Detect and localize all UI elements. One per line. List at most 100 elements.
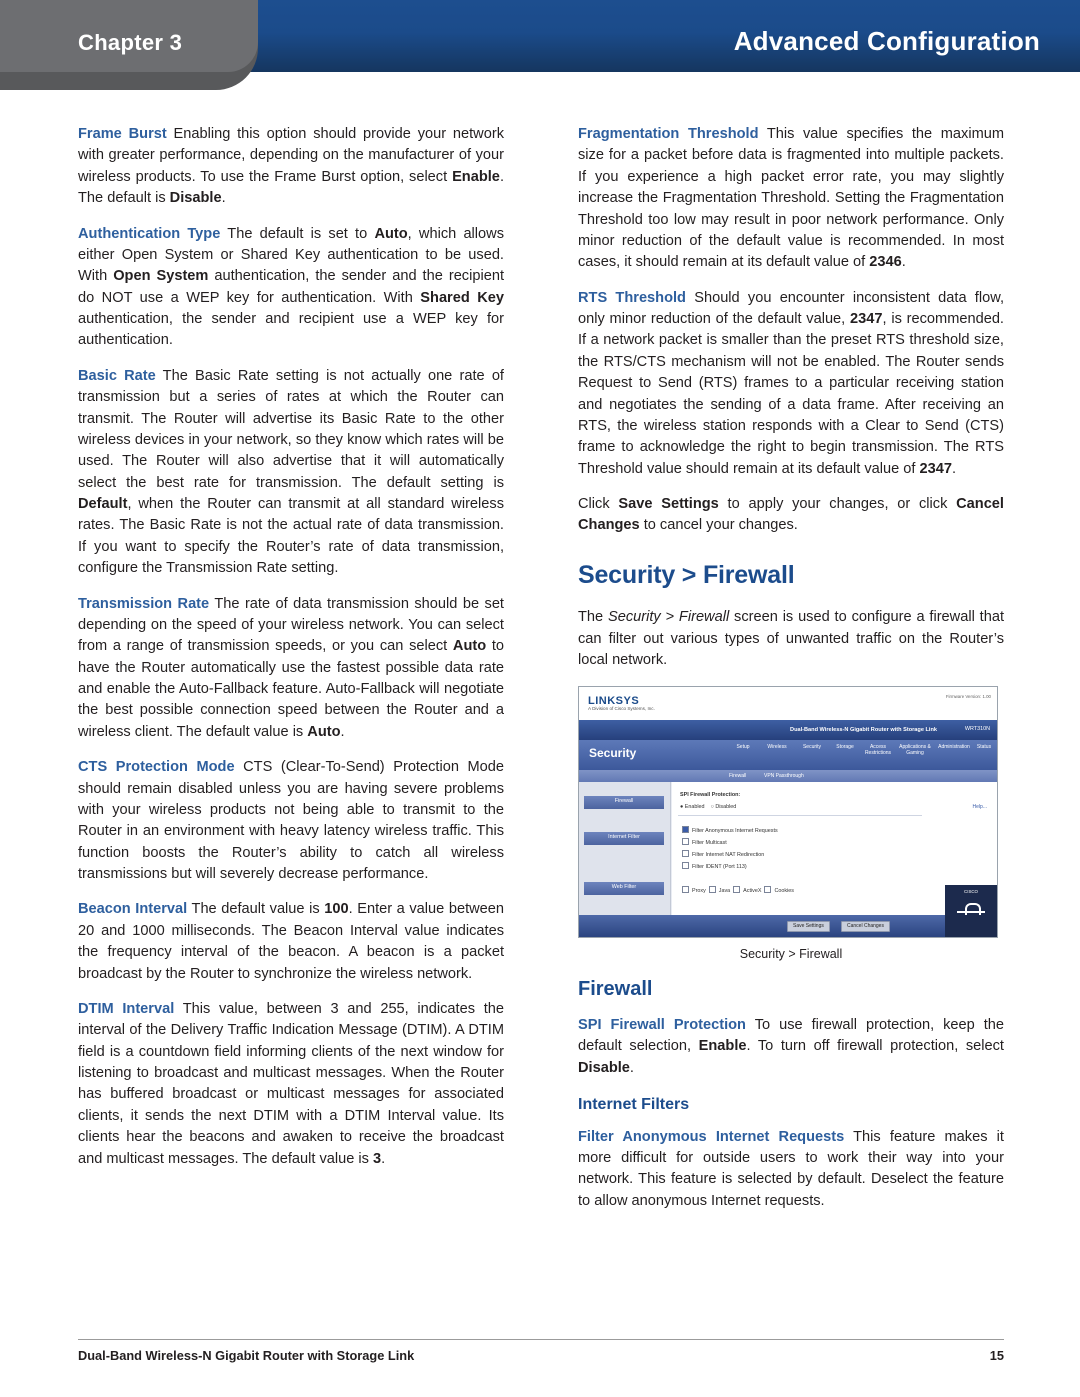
page-footer: Dual-Band Wireless-N Gigabit Router with… [78,1339,1004,1363]
screenshot-brandbar: LINKSYS A Division of Cisco Systems, Inc… [579,686,997,720]
section-title-security-firewall: Security > Firewall [578,560,795,589]
radio-enabled-label: Enabled [684,803,705,810]
paragraph-transmission-rate: Transmission Rate The rate of data trans… [78,594,504,744]
nav-item-applications-gaming[interactable]: Applications & Gaming [896,744,934,757]
help-link[interactable]: Help... [973,804,987,811]
body-section-intro: The Security > Firewall screen is used t… [578,609,1005,669]
term-transmission-rate: Transmission Rate [78,595,210,612]
sidebar-item-web-filter[interactable]: Web Filter [584,881,664,895]
subsection-title-internet-filters: Internet Filters [578,1096,690,1114]
paragraph-dtim-interval: DTIM Interval This value, between 3 and … [78,999,504,1170]
checkbox-filter-anonymous-internet-requests[interactable]: Filter Anonymous Internet Requests [682,825,778,836]
save-settings-button[interactable]: Save Settings [787,920,830,932]
right-column: Fragmentation Threshold This value speci… [578,124,1004,1212]
paragraph-cts-protection-mode: CTS Protection Mode CTS (Clear-To-Send) … [78,757,504,885]
checkbox-filter-internet-nat-redirection[interactable]: Filter Internet NAT Redirection [682,849,765,860]
web-filter-cookies-label: Cookies [774,887,794,894]
paragraph-basic-rate: Basic Rate The Basic Rate setting is not… [78,366,504,580]
panel-divider [678,814,922,816]
sidebar-item-internet-filter[interactable]: Internet Filter [584,831,664,845]
screenshot-section-name: Security [589,745,637,760]
checkbox-icon [764,885,772,893]
checkbox-label: Filter Multicast [692,839,727,846]
linksys-logo-sub: A Division of Cisco Systems, Inc. [588,705,655,711]
nav-item-wireless[interactable]: Wireless [760,744,794,750]
screenshot-subnav-bar: Firewall VPN Passthrough [579,769,997,782]
body-basic-rate: The Basic Rate setting is not actually o… [78,367,504,577]
term-cts-protection-mode: CTS Protection Mode [78,759,235,776]
checkbox-filter-multicast[interactable]: Filter Multicast [682,837,727,848]
cisco-logo-block: CISCO [945,884,997,937]
cancel-changes-button[interactable]: Cancel Changes [841,920,890,932]
nav-item-setup[interactable]: Setup [727,744,759,750]
checkbox-label: Filter Anonymous Internet Requests [692,827,778,834]
figure-security-firewall: LINKSYS A Division of Cisco Systems, Inc… [578,685,1004,963]
screenshot-product-bar: Dual-Band Wireless-N Gigabit Router with… [579,719,997,740]
web-filter-java-label: Java [718,887,731,894]
nav-item-administration[interactable]: Administration [935,744,973,750]
term-basic-rate: Basic Rate [78,367,156,384]
checkbox-icon [682,885,689,893]
web-filter-proxy-label: Proxy [692,887,706,894]
radio-enabled[interactable]: ● Enabled [680,804,705,810]
body-authentication-type: The default is set to Auto, which allows… [78,225,504,349]
checkbox-label: Filter Internet NAT Redirection [692,851,765,858]
checkbox-icon [682,849,689,857]
term-filter-anonymous-internet-requests: Filter Anonymous Internet Requests [578,1128,845,1145]
paragraph-fragmentation-threshold: Fragmentation Threshold This value speci… [578,124,1004,274]
product-model: WRT310N [964,725,990,732]
checkbox-icon [682,825,689,833]
page-header: Chapter 3 Advanced Configuration [0,0,1080,90]
paragraph-filter-anonymous-internet-requests: Filter Anonymous Internet Requests This … [578,1127,1004,1213]
term-beacon-interval: Beacon Interval [78,901,188,918]
cisco-brand-label: CISCO [964,888,978,894]
body-cts-protection-mode: CTS (Clear-To-Send) Protection Mode shou… [78,759,504,882]
subsection-title-firewall: Firewall [578,977,653,1000]
term-dtim-interval: DTIM Interval [78,1000,175,1017]
web-filter-row[interactable]: Proxy Java ActiveX Cookies [682,885,794,896]
body-save-settings-note: Click Save Settings to apply your change… [578,496,1004,534]
cisco-bridge-icon [957,902,985,919]
spi-firewall-radio-group[interactable]: ● Enabled ○ Disabled [680,804,736,812]
paragraph-frame-burst: Frame Burst Enabling this option should … [78,124,504,210]
paragraph-section-intro: The Security > Firewall screen is used t… [578,607,1004,671]
subnav-item-firewall[interactable]: Firewall [729,773,746,780]
footer-page-number: 15 [989,1348,1004,1363]
term-fragmentation-threshold: Fragmentation Threshold [578,126,759,142]
checkbox-icon [708,885,716,893]
footer-product-name: Dual-Band Wireless-N Gigabit Router with… [78,1348,415,1363]
paragraph-authentication-type: Authentication Type The default is set t… [78,224,504,352]
subnav-item-vpn-passthrough[interactable]: VPN Passthrough [764,773,804,780]
screenshot-footer-bar: Save Settings Cancel Changes [579,914,997,937]
radio-disabled-label: Disabled [715,803,737,810]
body-fragmentation-threshold: This value specifies the maximum size fo… [578,126,1004,271]
term-authentication-type: Authentication Type [78,225,221,242]
spi-firewall-protection-label: SPI Firewall Protection: [680,791,741,798]
chapter-label: Chapter 3 [78,30,183,55]
firmware-version-label: Firmware Version: 1.00 [945,693,991,699]
sidebar-item-firewall[interactable]: Firewall [584,795,664,809]
term-rts-threshold: RTS Threshold [578,289,686,306]
paragraph-spi-firewall-protection: SPI Firewall Protection To use firewall … [578,1015,1004,1079]
paragraph-beacon-interval: Beacon Interval The default value is 100… [78,899,504,985]
checkbox-label: Filter IDENT (Port 113) [692,863,747,870]
page-title: Advanced Configuration [733,26,1040,56]
body-transmission-rate: The rate of data transmission should be … [78,595,505,740]
product-title: Dual-Band Wireless-N Gigabit Router with… [790,726,937,733]
checkbox-icon [682,837,689,845]
nav-item-status[interactable]: Status [973,744,995,750]
paragraph-save-settings-note: Click Save Settings to apply your change… [578,494,1004,537]
screenshot-sidebar: Firewall Internet Filter Web Filter [579,781,671,915]
term-spi-firewall-protection: SPI Firewall Protection [578,1017,746,1034]
web-filter-activex-label: ActiveX [743,887,762,894]
checkbox-filter-ident-port-113[interactable]: Filter IDENT (Port 113) [682,861,747,872]
figure-caption: Security > Firewall [739,946,843,961]
radio-disabled[interactable]: ○ Disabled [711,804,737,810]
screenshot-frame: LINKSYS A Division of Cisco Systems, Inc… [578,685,998,938]
nav-item-security[interactable]: Security [795,744,829,750]
left-column: Frame Burst Enabling this option should … [78,124,504,1170]
nav-item-storage[interactable]: Storage [830,744,860,750]
nav-item-access-restrictions[interactable]: Access Restrictions [861,744,895,757]
body-rts-threshold: Should you encounter inconsistent data f… [578,289,1005,477]
paragraph-rts-threshold: RTS Threshold Should you encounter incon… [578,288,1004,480]
